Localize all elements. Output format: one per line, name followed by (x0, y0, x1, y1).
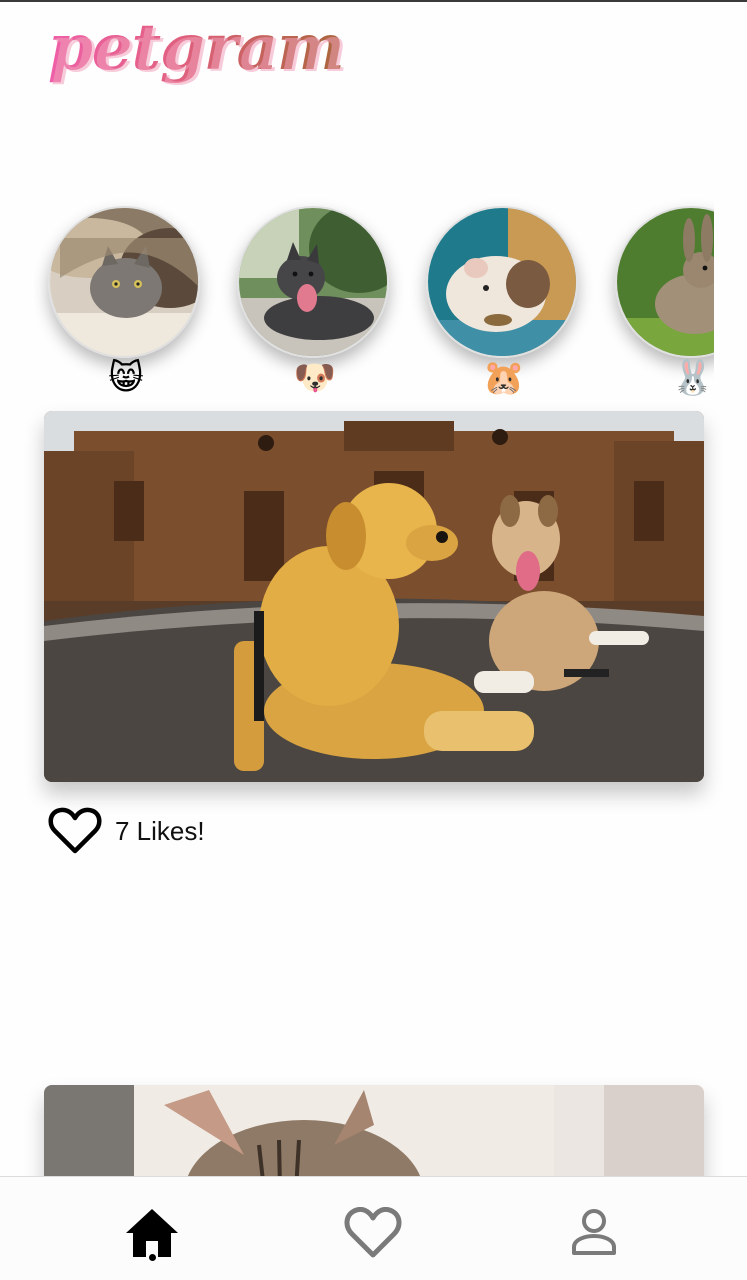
status-bar-edge (0, 0, 747, 2)
likes-count: 7 Likes! (115, 815, 205, 846)
category-emoji-dogs: 🐶 (293, 358, 337, 398)
category-avatar-cats[interactable] (48, 206, 200, 358)
nav-favorites[interactable] (341, 1201, 405, 1265)
category-item-dogs[interactable]: 🐶 (223, 196, 389, 404)
app-screen: petgram 😸 🐶 🐹 🐰 7 Likes! (0, 0, 747, 1280)
category-item-rabbits[interactable]: 🐰 (601, 196, 714, 404)
category-item-cats[interactable]: 😸 (34, 196, 200, 404)
category-emoji-hamsters: 🐹 (482, 358, 526, 398)
user-icon (572, 1209, 616, 1255)
category-emoji-cats: 😸 (108, 358, 144, 398)
photo-card[interactable] (44, 411, 704, 782)
nav-profile[interactable] (562, 1201, 626, 1265)
category-avatar-dogs[interactable] (237, 206, 389, 358)
heart-outline-icon (48, 807, 102, 854)
like-button[interactable] (47, 804, 103, 858)
category-list: 😸 🐶 🐹 🐰 (34, 196, 714, 404)
category-item-hamsters[interactable]: 🐹 (412, 196, 578, 404)
home-icon (126, 1209, 178, 1257)
heart-outline-icon (344, 1207, 402, 1258)
app-logo: petgram (48, 10, 345, 85)
category-emoji-rabbits: 🐰 (671, 358, 714, 398)
category-avatar-hamsters[interactable] (426, 206, 578, 358)
category-avatar-rabbits[interactable] (615, 206, 714, 358)
photo-image (44, 411, 704, 782)
bottom-navigation (0, 1176, 747, 1280)
likes-row: 7 Likes! (47, 804, 205, 858)
active-indicator-dot (149, 1254, 156, 1261)
